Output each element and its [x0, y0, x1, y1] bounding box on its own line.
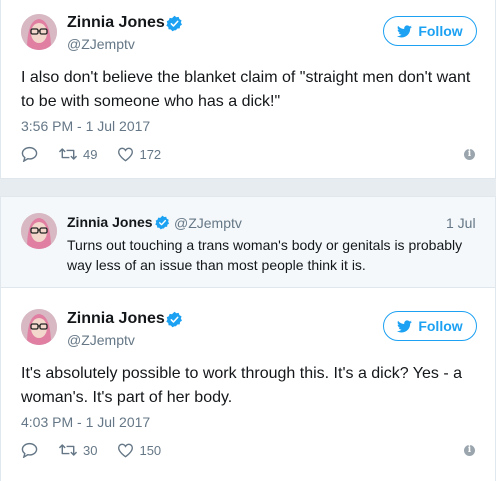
tweet-text-line: woman's. It's part of her body.: [21, 389, 233, 406]
twitter-bird-icon: [397, 319, 413, 332]
reply-button[interactable]: [21, 146, 38, 162]
follow-button[interactable]: Follow: [383, 16, 477, 46]
retweet-count: 49: [83, 146, 98, 162]
retweet-icon: [58, 444, 78, 456]
tweet-text-line: It's absolutely possible to work through…: [21, 365, 463, 382]
quoted-username[interactable]: @ZJemptv: [174, 215, 242, 231]
reply-icon: [21, 442, 38, 458]
like-count: 172: [139, 146, 162, 162]
heart-icon: [118, 443, 134, 457]
tweet-text-line: I also don't believe the blanket claim o…: [21, 69, 471, 86]
like-button[interactable]: 172: [117, 147, 161, 162]
reply-icon: [21, 146, 38, 162]
like-button[interactable]: 150: [117, 443, 161, 458]
like-count: 150: [139, 442, 162, 458]
tweet-text-line: to be with someone who has a dick!": [21, 93, 281, 110]
follow-button[interactable]: Follow: [383, 311, 477, 341]
reply-button[interactable]: [21, 442, 38, 458]
tweet-card-1: Zinnia Jones @ZJemptv Follow I also don'…: [0, 0, 496, 179]
quoted-date[interactable]: 1 Jul: [446, 215, 476, 231]
twitter-bird-icon: [397, 24, 413, 37]
quoted-text: Turns out touching a trans woman's body …: [67, 235, 477, 275]
timestamp[interactable]: 4:03 PM - 1 Jul 2017: [21, 414, 150, 430]
retweet-icon: [58, 148, 78, 160]
timestamp[interactable]: 3:56 PM - 1 Jul 2017: [21, 118, 150, 134]
tweet-text: I also don't believe the blanket claim o…: [21, 66, 481, 114]
verified-badge-icon: [155, 215, 170, 230]
username[interactable]: @ZJemptv: [67, 36, 135, 52]
avatar[interactable]: [21, 309, 57, 345]
follow-label: Follow: [418, 23, 463, 39]
quoted-tweet[interactable]: Zinnia Jones @ZJemptv 1 Jul Turns out to…: [1, 197, 495, 288]
display-name[interactable]: Zinnia Jones: [67, 14, 165, 32]
tweet-text: It's absolutely possible to work through…: [21, 362, 481, 410]
quoted-display-name[interactable]: Zinnia Jones: [67, 214, 153, 230]
display-name[interactable]: Zinnia Jones: [67, 310, 165, 328]
info-icon[interactable]: i: [464, 149, 475, 160]
retweet-button[interactable]: 49: [58, 147, 97, 162]
quoted-text-line: Turns out touching a trans woman's body …: [67, 237, 463, 253]
retweet-button[interactable]: 30: [58, 443, 97, 458]
retweet-count: 30: [83, 442, 98, 458]
tweet-card-2: Zinnia Jones @ZJemptv 1 Jul Turns out to…: [0, 196, 496, 481]
verified-badge-icon: [166, 15, 183, 32]
avatar[interactable]: [21, 14, 57, 50]
username[interactable]: @ZJemptv: [67, 332, 135, 348]
tweet-actions: 30 150: [21, 442, 181, 458]
tweet-actions: 49 172: [21, 146, 181, 162]
follow-label: Follow: [418, 318, 463, 334]
quoted-text-line: way less of an issue than most people th…: [67, 257, 366, 273]
verified-badge-icon: [166, 311, 183, 328]
heart-icon: [118, 147, 134, 161]
info-icon[interactable]: i: [464, 445, 475, 456]
quoted-avatar[interactable]: [21, 213, 57, 249]
